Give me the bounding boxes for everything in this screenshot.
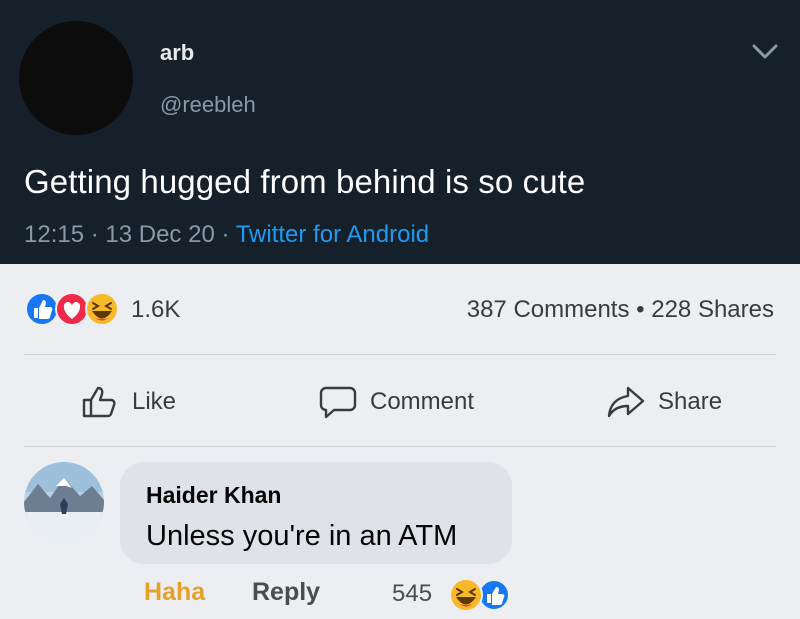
- comment-text: Unless you're in an ATM: [146, 520, 458, 552]
- like-label: Like: [132, 388, 177, 415]
- tweet-time: 12:15: [24, 221, 85, 248]
- meta-separator: ·: [214, 221, 236, 248]
- haha-icon: [85, 292, 119, 326]
- like-icon: [478, 579, 510, 611]
- post-reaction-count[interactable]: 1.6K: [131, 296, 180, 324]
- comment-button[interactable]: Comment: [318, 380, 474, 424]
- tweet-meta: 12:15 · 13 Dec 20 · Twitter for Android: [24, 221, 429, 249]
- love-icon: [55, 292, 89, 326]
- comment-label: Comment: [370, 388, 475, 415]
- tweet-text: Getting hugged from behind is so cute: [24, 163, 586, 200]
- chevron-down-icon[interactable]: [748, 38, 782, 64]
- tweet-display-name[interactable]: arb: [160, 40, 194, 66]
- share-button[interactable]: Share: [606, 380, 722, 424]
- comment-icon: [319, 386, 357, 419]
- comment-reaction-count[interactable]: 545: [392, 580, 432, 608]
- tweet-source-link[interactable]: Twitter for Android: [236, 221, 429, 248]
- stats-dot: •: [629, 296, 652, 323]
- divider: [24, 354, 776, 355]
- share-label: Share: [658, 388, 723, 415]
- tweet-date: 13 Dec 20: [105, 221, 215, 248]
- post-reactions[interactable]: [24, 290, 124, 328]
- like-icon: [82, 386, 116, 418]
- tweet-handle[interactable]: @reebleh: [160, 92, 256, 118]
- shares-count[interactable]: 228 Shares: [651, 296, 774, 323]
- post-stats: 387 Comments • 228 Shares: [467, 296, 774, 324]
- comment-reply-button[interactable]: Reply: [252, 578, 320, 607]
- tweet-card: arb @reebleh Getting hugged from behind …: [0, 0, 800, 264]
- commenter-avatar[interactable]: [24, 462, 104, 542]
- commenter-name[interactable]: Haider Khan: [146, 482, 281, 509]
- divider: [24, 446, 776, 447]
- like-button[interactable]: Like: [80, 380, 176, 424]
- comment-bubble: Haider Khan Unless you're in an ATM: [120, 462, 512, 564]
- share-arrow-icon: [607, 386, 645, 418]
- tweet-avatar[interactable]: [19, 21, 133, 135]
- comments-count[interactable]: 387 Comments: [467, 296, 630, 323]
- like-icon: [25, 292, 59, 326]
- haha-icon: [449, 578, 483, 612]
- comment-haha-button[interactable]: Haha: [144, 578, 205, 607]
- comment-reactions[interactable]: [446, 575, 516, 615]
- meta-separator: ·: [84, 221, 106, 248]
